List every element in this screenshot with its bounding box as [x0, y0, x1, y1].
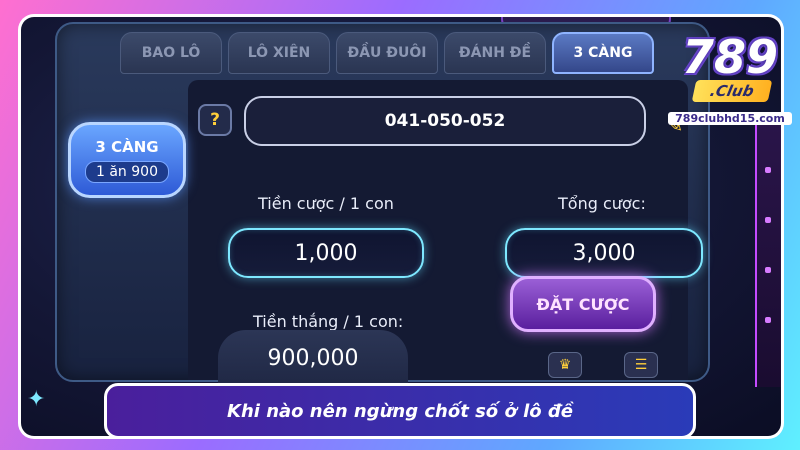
- right-side-strip: [755, 117, 781, 387]
- question-icon[interactable]: ?: [198, 104, 232, 136]
- win-label: Tiền thắng / 1 con:: [253, 312, 404, 331]
- bet-mode-badge[interactable]: 3 CÀNG 1 ăn 900: [68, 122, 186, 198]
- tab-danh-de[interactable]: ĐÁNH ĐỀ: [444, 32, 546, 74]
- caption-banner: Khi nào nên ngừng chốt số ở lô đề: [104, 383, 696, 439]
- strip-dot: [765, 167, 771, 173]
- strip-dot: [765, 317, 771, 323]
- character-figure-icon: ✦: [27, 387, 46, 412]
- history-icon[interactable]: ☰: [624, 352, 658, 378]
- bet-mode-odds: 1 ăn 900: [85, 160, 169, 183]
- brand-logo: 789 .Club 789clubhd15.com: [668, 30, 792, 130]
- trophy-icon[interactable]: ♛: [548, 352, 582, 378]
- logo-club: .Club: [691, 80, 773, 102]
- strip-dot: [765, 267, 771, 273]
- tab-bao-lo[interactable]: BAO LÔ: [120, 32, 222, 74]
- bet-mode-title: 3 CÀNG: [95, 137, 159, 156]
- stake-label: Tiền cược / 1 con: [258, 194, 394, 213]
- logo-number: 789: [681, 30, 779, 84]
- place-bet-button[interactable]: ĐẶT CƯỢC: [510, 276, 656, 332]
- total-label: Tổng cược:: [558, 194, 646, 213]
- tab-dau-duoi[interactable]: ĐẦU ĐUÔI: [336, 32, 438, 74]
- tab-lo-xien[interactable]: LÔ XIÊN: [228, 32, 330, 74]
- logo-domain: 789clubhd15.com: [668, 112, 792, 125]
- total-display: 3,000: [505, 228, 703, 278]
- strip-dot: [765, 217, 771, 223]
- bet-type-tabs: BAO LÔ LÔ XIÊN ĐẦU ĐUÔI ĐÁNH ĐỀ 3 CÀNG: [120, 32, 654, 74]
- tab-3-cang[interactable]: 3 CÀNG: [552, 32, 654, 74]
- stake-input[interactable]: 1,000: [228, 228, 424, 278]
- selected-numbers-field[interactable]: 041-050-052: [244, 96, 646, 146]
